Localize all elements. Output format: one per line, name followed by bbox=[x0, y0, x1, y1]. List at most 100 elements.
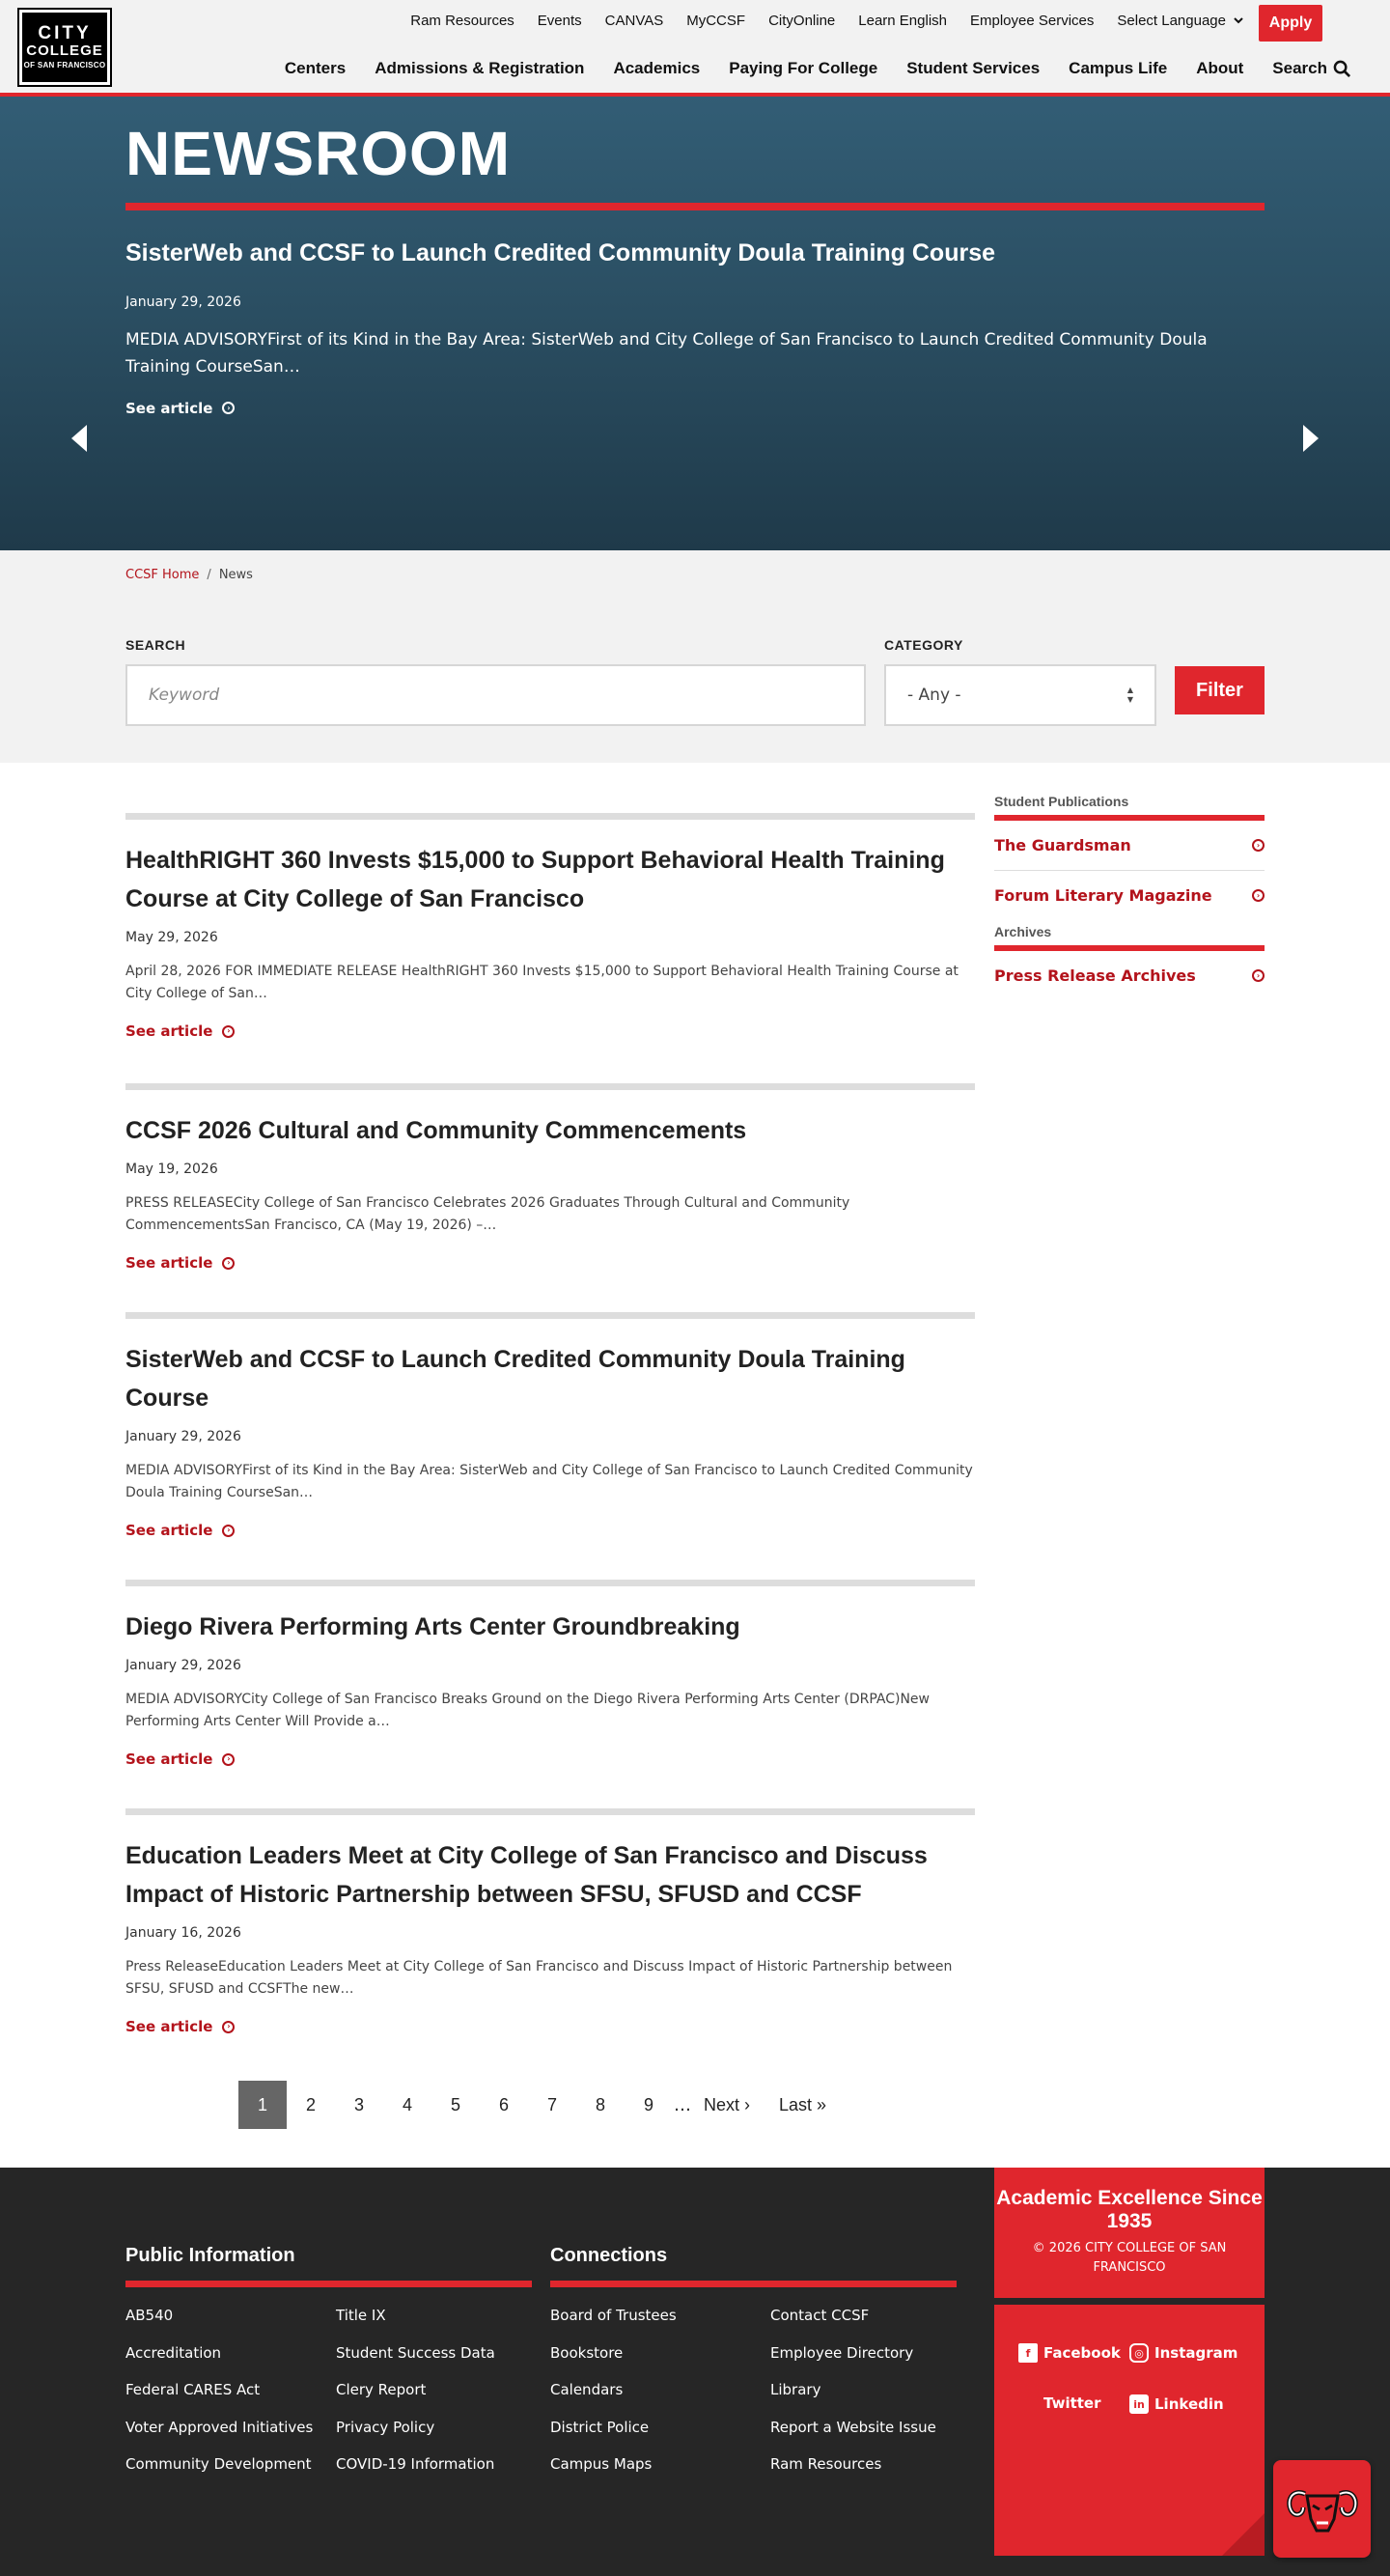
util-link-canvas[interactable]: CANVAS bbox=[594, 13, 676, 29]
page-7-button[interactable]: 7 bbox=[528, 2081, 576, 2129]
site-header: CITY COLLEGE OF SAN FRANCISCO Ram Resour… bbox=[0, 0, 1390, 100]
footer-link[interactable]: Voter Approved Initiatives bbox=[125, 2409, 336, 2447]
logo-line-1: CITY bbox=[38, 23, 92, 44]
sidebar-link-press-archives[interactable]: Press Release Archives › bbox=[994, 951, 1265, 1000]
page-title: NEWSROOM bbox=[125, 119, 512, 188]
util-link-employee-services[interactable]: Employee Services bbox=[959, 13, 1105, 29]
page-4-button[interactable]: 4 bbox=[383, 2081, 431, 2129]
article-date: January 29, 2026 bbox=[125, 1429, 241, 1444]
page-5-button[interactable]: 5 bbox=[431, 2081, 480, 2129]
footer-link[interactable]: District Police bbox=[550, 2409, 770, 2447]
hero-headline[interactable]: SisterWeb and CCSF to Launch Credited Co… bbox=[125, 239, 1265, 267]
instagram-link[interactable]: ◎ Instagram bbox=[1129, 2343, 1237, 2363]
see-article-link[interactable]: See article › bbox=[125, 1522, 975, 1539]
pagination: 1 2 3 4 5 6 7 8 9 … Next › Last » bbox=[238, 2081, 836, 2129]
footer-link[interactable]: Bookstore bbox=[550, 2335, 770, 2372]
article-excerpt: April 28, 2026 FOR IMMEDIATE RELEASE Hea… bbox=[125, 964, 959, 1001]
nav-academics[interactable]: Academics bbox=[598, 59, 714, 78]
footer-link[interactable]: Board of Trustees bbox=[550, 2297, 770, 2335]
footer-link[interactable]: AB540 bbox=[125, 2297, 336, 2335]
carousel-next-arrow-icon[interactable] bbox=[1303, 425, 1319, 452]
footer-link[interactable]: Employee Directory bbox=[770, 2335, 990, 2372]
see-article-link[interactable]: See article › bbox=[125, 1022, 975, 1040]
see-article-link[interactable]: See article › bbox=[125, 1750, 975, 1768]
twitter-link[interactable]: Twitter bbox=[1043, 2394, 1101, 2412]
footer-connections: Connections Board of Trustees Contact CC… bbox=[550, 2245, 957, 2483]
filter-button[interactable]: Filter bbox=[1175, 666, 1265, 714]
page-2-button[interactable]: 2 bbox=[287, 2081, 335, 2129]
footer-link[interactable]: COVID-19 Information bbox=[336, 2446, 546, 2483]
see-article-link[interactable]: See article › bbox=[125, 1254, 975, 1272]
footer-link[interactable]: Privacy Policy bbox=[336, 2409, 546, 2447]
page-3-button[interactable]: 3 bbox=[335, 2081, 383, 2129]
ram-mascot-icon[interactable] bbox=[1273, 2460, 1371, 2558]
search-toggle[interactable]: Search bbox=[1258, 59, 1351, 78]
footer-link[interactable]: Ram Resources bbox=[770, 2446, 990, 2483]
footer-tagline-box: Academic Excellence Since 1935 © 2026 CI… bbox=[994, 2168, 1265, 2298]
last-page-button[interactable]: Last » bbox=[769, 2081, 836, 2129]
keyword-input[interactable]: Keyword bbox=[125, 664, 866, 726]
nav-paying-for-college[interactable]: Paying For College bbox=[714, 59, 892, 78]
footer-link[interactable]: Accreditation bbox=[125, 2335, 336, 2372]
hero-see-article-link[interactable]: See article › bbox=[125, 400, 1265, 417]
article-excerpt: Press ReleaseEducation Leaders Meet at C… bbox=[125, 1959, 953, 1997]
footer-link[interactable]: Community Development bbox=[125, 2446, 336, 2483]
nav-campus-life[interactable]: Campus Life bbox=[1054, 59, 1182, 78]
search-icon bbox=[1333, 60, 1351, 77]
instagram-label: Instagram bbox=[1154, 2344, 1238, 2362]
article-title[interactable]: Diego Rivera Performing Arts Center Grou… bbox=[125, 1608, 975, 1646]
next-page-button[interactable]: Next › bbox=[692, 2081, 769, 2129]
page-6-button[interactable]: 6 bbox=[480, 2081, 528, 2129]
article-title[interactable]: SisterWeb and CCSF to Launch Credited Co… bbox=[125, 1340, 975, 1417]
footer-link[interactable]: Federal CARES Act bbox=[125, 2371, 336, 2409]
instagram-icon: ◎ bbox=[1129, 2343, 1149, 2363]
footer-link[interactable]: Campus Maps bbox=[550, 2446, 770, 2483]
footer-link[interactable]: Title IX bbox=[336, 2297, 546, 2335]
news-hero-carousel: NEWSROOM SisterWeb and CCSF to Launch Cr… bbox=[0, 97, 1390, 604]
see-article-label: See article bbox=[125, 1750, 213, 1768]
nav-centers[interactable]: Centers bbox=[270, 59, 360, 78]
page-9-button[interactable]: 9 bbox=[625, 2081, 673, 2129]
circle-arrow-icon: › bbox=[222, 1752, 236, 1766]
sidebar-link-guardsman[interactable]: The Guardsman › bbox=[994, 821, 1265, 871]
linkedin-link[interactable]: in Linkedin bbox=[1129, 2394, 1224, 2414]
article-date: May 19, 2026 bbox=[125, 1162, 218, 1177]
footer-link[interactable]: Report a Website Issue bbox=[770, 2409, 990, 2447]
footer-link[interactable]: Library bbox=[770, 2371, 990, 2409]
see-article-label: See article bbox=[125, 1254, 213, 1272]
nav-admissions-registration[interactable]: Admissions & Registration bbox=[360, 59, 598, 78]
footer-link[interactable]: Calendars bbox=[550, 2371, 770, 2409]
util-link-events[interactable]: Events bbox=[526, 13, 594, 29]
carousel-prev-arrow-icon[interactable] bbox=[71, 425, 87, 452]
category-select[interactable]: - Any - ▲ ▼ bbox=[884, 664, 1156, 726]
util-link-ram-resources[interactable]: Ram Resources bbox=[399, 13, 526, 29]
circle-arrow-icon: › bbox=[222, 402, 236, 415]
page-1-button[interactable]: 1 bbox=[238, 2081, 287, 2129]
sidebar-link-label: The Guardsman bbox=[994, 836, 1131, 854]
article-title[interactable]: Education Leaders Meet at City College o… bbox=[125, 1836, 975, 1914]
keyword-placeholder: Keyword bbox=[149, 686, 220, 705]
util-link-learn-english[interactable]: Learn English bbox=[847, 13, 959, 29]
see-article-link[interactable]: See article › bbox=[125, 2018, 975, 2035]
article-title[interactable]: CCSF 2026 Cultural and Community Commenc… bbox=[125, 1111, 975, 1150]
footer-copyright: © 2026 CITY COLLEGE OF SAN FRANCISCO bbox=[1032, 2241, 1227, 2275]
sidebar-link-forum-literary[interactable]: Forum Literary Magazine › bbox=[994, 871, 1265, 920]
linkedin-label: Linkedin bbox=[1154, 2395, 1224, 2413]
util-link-cityonline[interactable]: CityOnline bbox=[757, 13, 847, 29]
language-selector[interactable]: Select Language bbox=[1105, 13, 1255, 29]
footer-link[interactable]: Contact CCSF bbox=[770, 2297, 990, 2335]
article-title[interactable]: HealthRIGHT 360 Invests $15,000 to Suppo… bbox=[125, 841, 975, 918]
page-8-button[interactable]: 8 bbox=[576, 2081, 625, 2129]
util-link-myccsf[interactable]: MyCCSF bbox=[675, 13, 757, 29]
nav-about[interactable]: About bbox=[1182, 59, 1258, 78]
breadcrumb-home[interactable]: CCSF Home bbox=[125, 568, 199, 582]
keyword-label: SEARCH bbox=[125, 637, 186, 653]
footer-link[interactable]: Clery Report bbox=[336, 2371, 546, 2409]
ccsf-logo[interactable]: CITY COLLEGE OF SAN FRANCISCO bbox=[17, 8, 112, 87]
footer-link[interactable]: Student Success Data bbox=[336, 2335, 546, 2372]
facebook-link[interactable]: f Facebook bbox=[1018, 2343, 1121, 2363]
nav-student-services[interactable]: Student Services bbox=[892, 59, 1054, 78]
facebook-icon: f bbox=[1018, 2343, 1038, 2363]
chevron-down-icon bbox=[1234, 17, 1243, 24]
apply-button[interactable]: Apply bbox=[1259, 5, 1322, 42]
